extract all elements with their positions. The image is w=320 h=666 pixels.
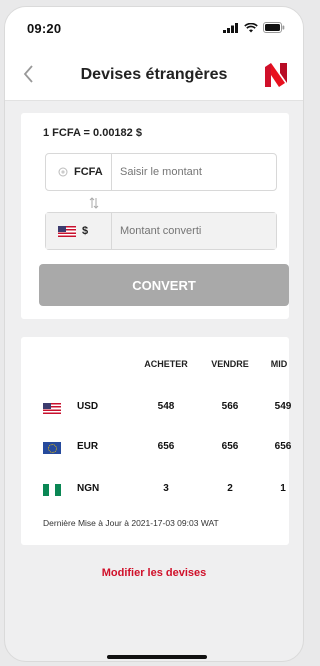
- from-currency-selector[interactable]: FCFA: [46, 154, 112, 190]
- from-amount-wrap: [112, 154, 276, 190]
- rates-table-card: ACHETER VENDRE MID USD 548 566 549 EUR 6…: [21, 337, 291, 545]
- modify-currencies-link[interactable]: Modifier les devises: [5, 567, 303, 579]
- from-currency-code: FCFA: [74, 166, 103, 178]
- buy-rate: 656: [157, 441, 175, 452]
- status-time: 09:20: [27, 21, 62, 36]
- us-flag-icon: [58, 225, 76, 237]
- column-header-mid: MID: [270, 359, 288, 369]
- rate-row-usd: USD 548 566 549: [21, 397, 291, 417]
- phone-screen: 09:20 Devises étrangères 1 FCFA = 0.0018…: [4, 6, 304, 662]
- converted-amount-field: $: [45, 212, 277, 250]
- currency-code: USD: [77, 401, 99, 412]
- rate-row-eur: EUR 656 656 656: [21, 437, 291, 457]
- converted-amount-wrap: [112, 213, 276, 249]
- converted-amount-output: [120, 225, 276, 237]
- column-header-buy: ACHETER: [144, 359, 188, 369]
- eu-flag-icon: [43, 442, 61, 454]
- last-update-text: Dernière Mise à Jour à 2021-17-03 09:03 …: [43, 518, 219, 528]
- sell-rate: 566: [221, 401, 239, 412]
- nav-bar: Devises étrangères: [5, 47, 303, 101]
- swap-arrows-icon[interactable]: [89, 196, 99, 210]
- currency-code: NGN: [77, 483, 100, 494]
- signal-icon: [223, 22, 238, 33]
- page-title: Devises étrangères: [80, 66, 228, 83]
- currency-code: EUR: [77, 441, 99, 452]
- sell-rate: 2: [227, 483, 233, 494]
- to-currency-code: $: [82, 225, 89, 237]
- amount-input[interactable]: [120, 166, 276, 178]
- status-bar: 09:20: [5, 7, 303, 47]
- currency-circle-icon: [58, 167, 68, 177]
- convert-button[interactable]: CONVERT: [39, 264, 289, 306]
- sell-rate: 656: [221, 441, 239, 452]
- battery-icon: [263, 22, 285, 33]
- us-flag-icon: [43, 403, 61, 414]
- home-indicator[interactable]: [107, 655, 207, 659]
- buy-rate: 548: [157, 401, 175, 412]
- exchange-rate: 1 FCFA = 0.00182 $: [43, 127, 142, 139]
- buy-rate: 3: [163, 483, 169, 494]
- from-amount-field: FCFA: [45, 153, 277, 191]
- ng-flag-icon: [43, 484, 61, 496]
- to-currency-selector[interactable]: $: [46, 213, 112, 249]
- converter-card: 1 FCFA = 0.00182 $ FCFA $: [21, 113, 289, 319]
- brand-logo-icon: [265, 63, 287, 87]
- mid-rate: 656: [274, 441, 292, 452]
- rate-row-ngn: NGN 3 2 1: [21, 479, 289, 499]
- column-header-sell: VENDRE: [211, 359, 249, 369]
- mid-rate: 549: [274, 401, 292, 412]
- wifi-icon: [244, 22, 258, 32]
- status-icons: [223, 22, 285, 33]
- mid-rate: 1: [280, 483, 286, 494]
